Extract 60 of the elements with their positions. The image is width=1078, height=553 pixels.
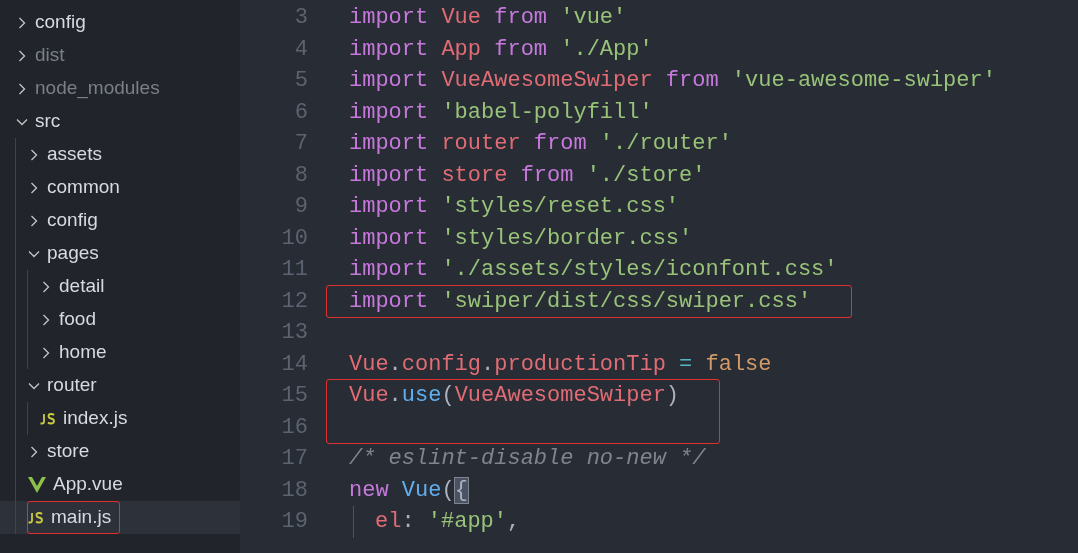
tree-item[interactable]: index.js <box>40 403 136 434</box>
js-file-icon <box>40 412 56 425</box>
line-number: 15 <box>280 382 308 411</box>
tree-item[interactable]: config <box>28 205 106 236</box>
chevron-right-icon <box>16 16 28 29</box>
code-line: new Vue({ <box>349 476 468 505</box>
line-number: 14 <box>280 350 308 379</box>
tree-item[interactable]: config <box>16 7 94 38</box>
code-line: el: '#app', <box>374 508 521 537</box>
tree-item[interactable]: dist <box>16 40 73 71</box>
vue-file-icon <box>28 476 46 493</box>
code-line: import store from './store' <box>349 161 706 190</box>
tree-item[interactable]: home <box>40 337 115 368</box>
code-line: import Vue from 'vue' <box>349 4 627 33</box>
chevron-right-icon <box>28 214 40 227</box>
tree-item[interactable]: router <box>28 370 105 401</box>
tree-item[interactable]: store <box>28 436 98 467</box>
tree-item[interactable]: assets <box>28 139 110 170</box>
line-number: 12 <box>280 287 308 316</box>
tree-item[interactable]: App.vue <box>28 469 131 500</box>
code-line: Vue.config.productionTip = false <box>349 350 772 379</box>
code-line: /* eslint-disable no-new */ <box>349 445 706 474</box>
code-line: import router from './router' <box>349 130 732 159</box>
chevron-right-icon <box>16 49 28 62</box>
chevron-right-icon <box>40 346 52 359</box>
code-line: import 'styles/border.css' <box>349 224 693 253</box>
line-number: 4 <box>293 35 308 64</box>
code-line: Vue.use(VueAwesomeSwiper) <box>349 382 680 411</box>
line-number: 16 <box>280 413 308 442</box>
code-line: import './assets/styles/iconfont.css' <box>349 256 838 285</box>
line-number: 10 <box>280 224 308 253</box>
code-line: import VueAwesomeSwiper from 'vue-awesome-swiper' <box>349 67 996 96</box>
tree-item[interactable]: src <box>16 106 69 137</box>
line-number: 6 <box>293 98 308 127</box>
line-number: 17 <box>280 445 308 474</box>
line-number: 5 <box>293 67 308 96</box>
line-number: 3 <box>293 4 308 33</box>
chevron-right-icon <box>28 445 40 458</box>
tree-item[interactable]: detail <box>40 271 113 302</box>
line-number: 18 <box>280 476 308 505</box>
chevron-right-icon <box>40 280 52 293</box>
js-file-icon <box>28 511 44 524</box>
chevron-right-icon <box>40 313 52 326</box>
chevron-right-icon <box>28 148 40 161</box>
line-number: 19 <box>280 508 308 537</box>
line-number: 11 <box>280 256 308 285</box>
line-number: 9 <box>293 193 308 222</box>
chevron-right-icon <box>16 82 28 95</box>
line-number: 7 <box>293 130 308 159</box>
code-line: import 'styles/reset.css' <box>349 193 680 222</box>
code-line: import App from './App' <box>349 35 653 64</box>
chevron-right-icon <box>28 181 40 194</box>
tree-item[interactable]: common <box>28 172 128 203</box>
tree-item[interactable]: food <box>40 304 104 335</box>
code-line: import 'babel-polyfill' <box>349 98 653 127</box>
code-line: import 'swiper/dist/css/swiper.css' <box>349 287 812 316</box>
tree-item[interactable]: pages <box>28 238 107 269</box>
line-number: 13 <box>280 319 308 348</box>
tree-item[interactable]: node_modules <box>16 73 168 104</box>
line-number: 8 <box>293 161 308 190</box>
